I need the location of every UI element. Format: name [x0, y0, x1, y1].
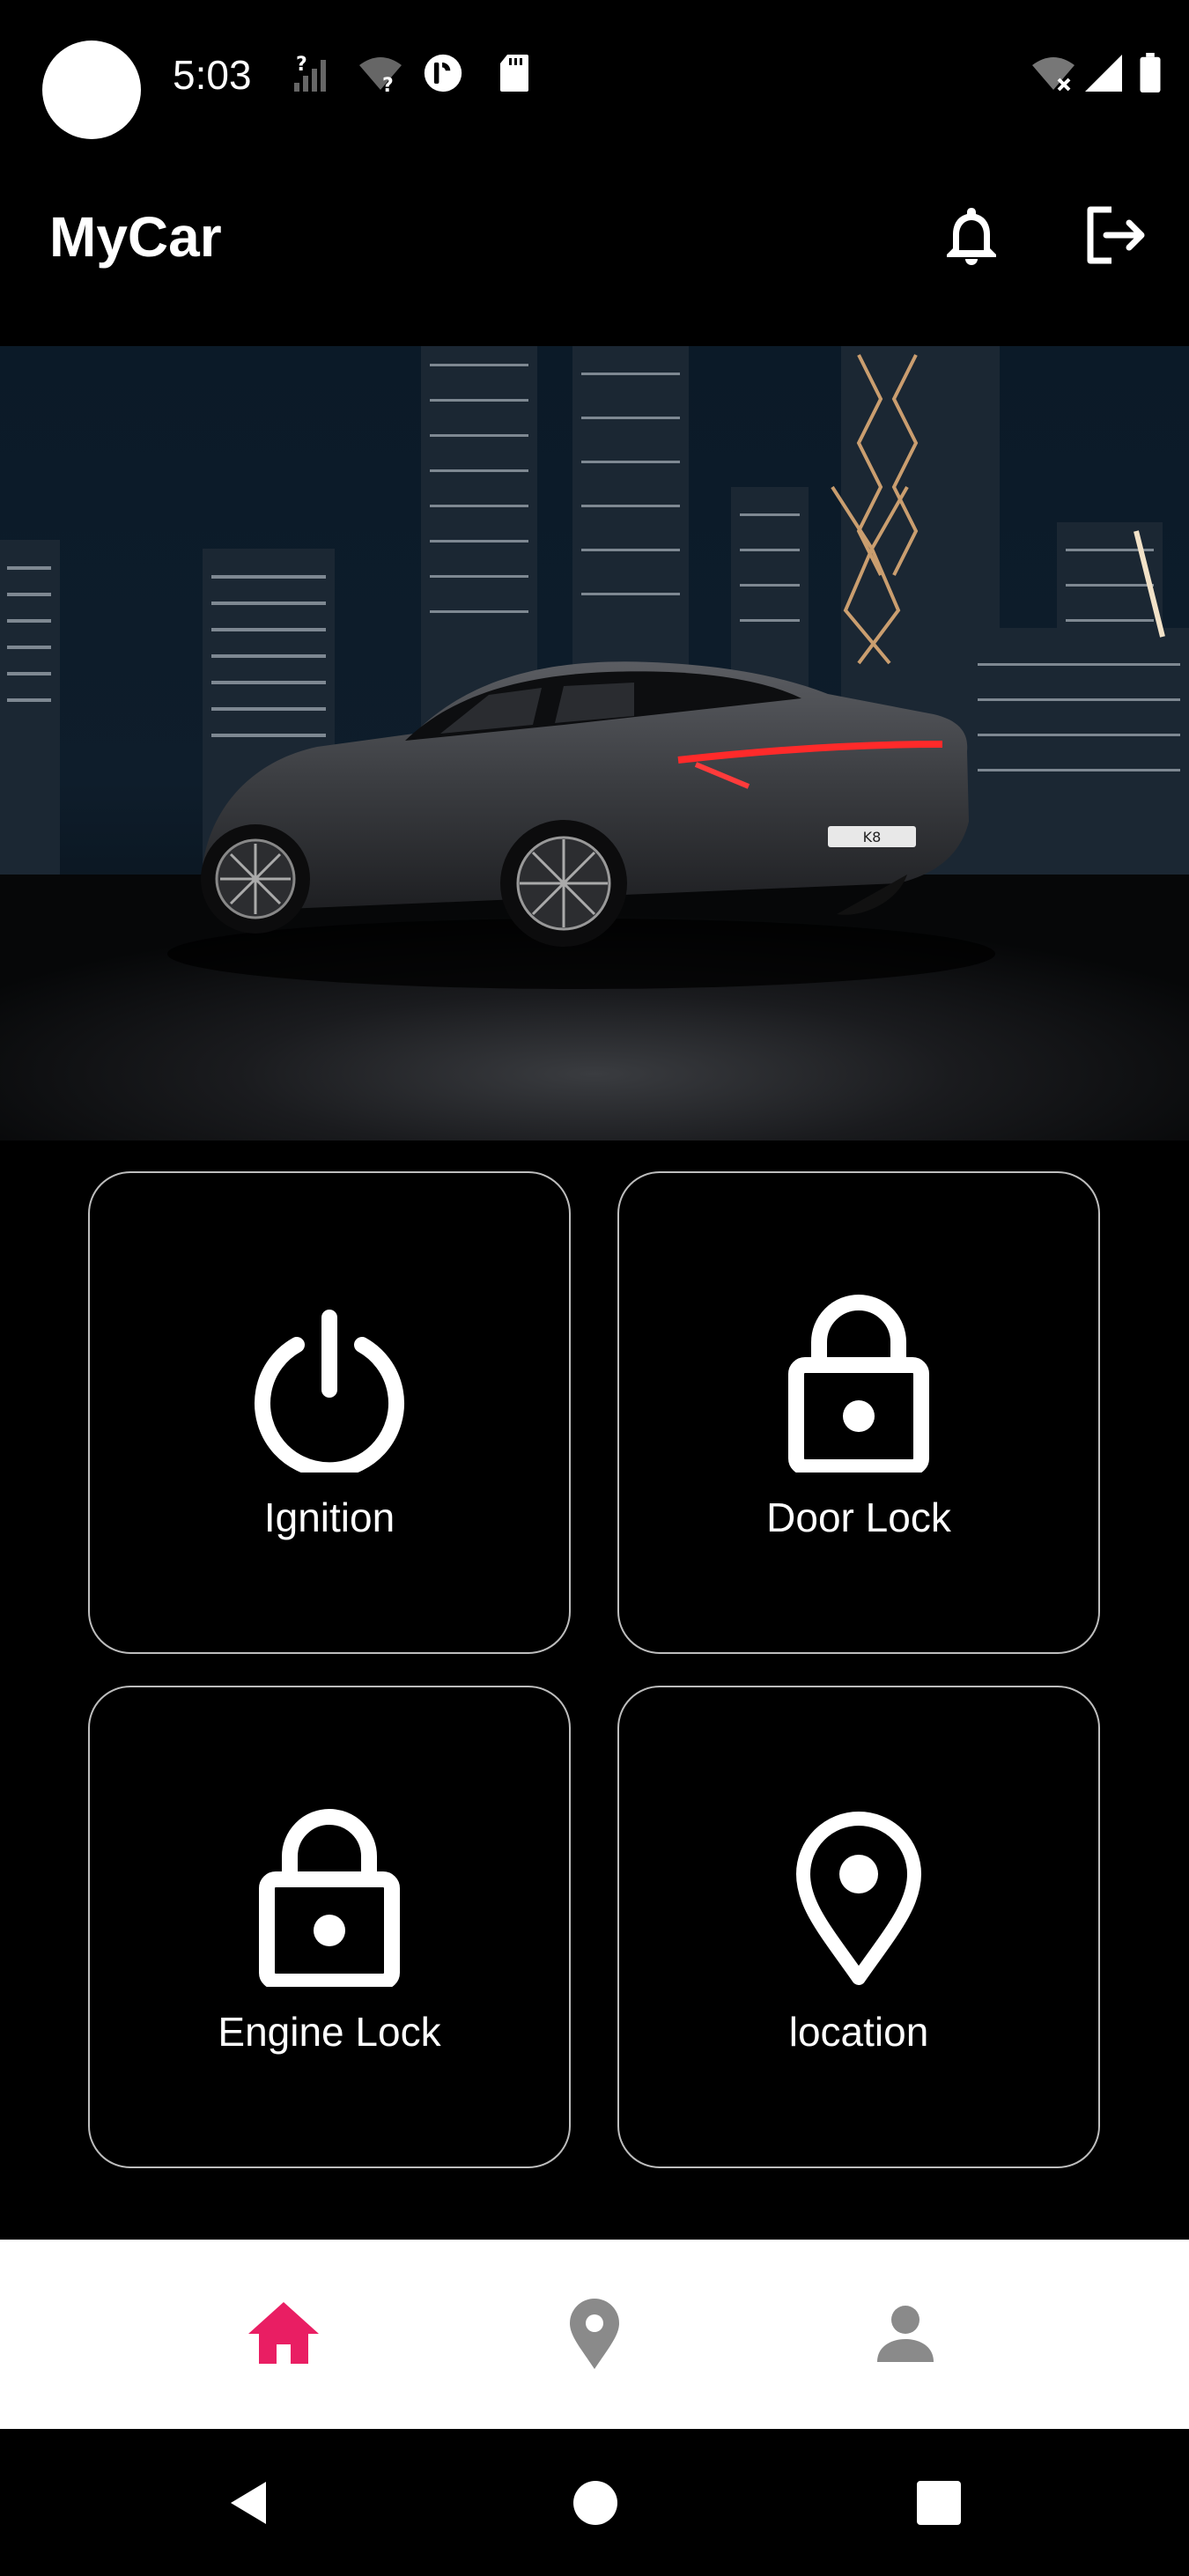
status-time: 5:03 [173, 52, 252, 98]
home-circle-icon[interactable] [569, 2476, 622, 2529]
status-bar: 5:03 ? ? [0, 0, 1189, 150]
svg-text:?: ? [296, 54, 307, 76]
battery-icon [1140, 53, 1161, 93]
power-icon [255, 1310, 404, 1473]
location-label: location [788, 2009, 929, 2055]
engine-lock-label: Engine Lock [218, 2009, 441, 2055]
person-icon[interactable] [861, 2290, 949, 2378]
lock-icon [788, 1295, 929, 1473]
lock-icon [259, 1809, 400, 1987]
logout-icon[interactable] [1076, 196, 1156, 275]
sd-card-icon [500, 55, 528, 92]
cell-signal-icon [1085, 55, 1122, 92]
app-title: MyCar [49, 205, 222, 269]
location-pin-icon[interactable] [550, 2290, 639, 2378]
ignition-tile[interactable]: Ignition [88, 1171, 571, 1654]
location-tile[interactable]: location [617, 1686, 1100, 2168]
wifi-off-icon [1032, 57, 1075, 92]
wifi-unknown-icon: ? [359, 57, 402, 93]
engine-lock-tile[interactable]: Engine Lock [88, 1686, 571, 2168]
svg-text:?: ? [382, 75, 394, 93]
home-icon[interactable] [240, 2290, 328, 2378]
back-icon[interactable] [224, 2476, 277, 2529]
recents-icon[interactable] [912, 2476, 965, 2529]
camera-cutout [42, 41, 141, 139]
car-hero-image: K8 [0, 346, 1189, 1140]
location-pin-icon [796, 1812, 921, 1985]
pocket-casts-icon [424, 54, 462, 92]
bell-icon[interactable] [932, 196, 1011, 275]
door-lock-label: Door Lock [766, 1495, 951, 1540]
ignition-label: Ignition [263, 1495, 395, 1540]
signal-unknown-icon: ? [294, 54, 326, 92]
door-lock-tile[interactable]: Door Lock [617, 1171, 1100, 1654]
car-hero-illustration: K8 [0, 346, 1189, 1140]
svg-text:K8: K8 [863, 829, 882, 845]
